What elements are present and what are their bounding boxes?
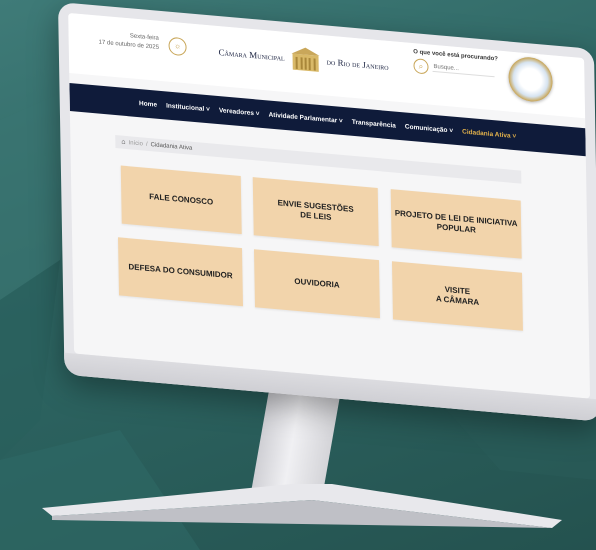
breadcrumb-separator: / [145, 141, 148, 148]
palace-logo-icon [291, 47, 320, 72]
tile-label: DEFESA DO CONSUMIDOR [128, 262, 233, 281]
search-icon[interactable]: ⌕ [413, 58, 429, 75]
logo-text-right: do Rio de Janeiro [326, 56, 389, 72]
award-seal-badge [508, 55, 553, 104]
breadcrumb-current: Cidadania Ativa [150, 141, 193, 152]
search-area: O que você está procurando? ⌕ [413, 49, 498, 80]
nav-item-home[interactable]: Home [139, 100, 157, 109]
tile-defesa-do-consumidor[interactable]: DEFESA DO CONSUMIDOR [118, 237, 243, 307]
tile-ouvidoria[interactable]: OUVIDORIA [253, 249, 380, 319]
nav-item-transparencia[interactable]: Transparência [352, 118, 396, 129]
nav-item-institucional[interactable]: Institucional ˅ [166, 102, 210, 113]
site-logo[interactable]: Câmara Municipal do Rio de Janeiro [218, 34, 389, 85]
nav-item-cidadania-ativa[interactable]: Cidadania Ativa ˅ [462, 128, 516, 140]
tile-label: FALE CONOSCO [149, 192, 214, 207]
browser-screen: Sexta-feira 17 de outubro de 2025 ☼ Câma… [68, 12, 591, 399]
nav-item-vereadores[interactable]: Vereadores ˅ [219, 107, 260, 118]
date-block: Sexta-feira 17 de outubro de 2025 [98, 30, 159, 53]
nav-item-atividade-parlamentar[interactable]: Atividade Parlamentar ˅ [269, 111, 343, 125]
tile-projeto-de-lei[interactable]: PROJETO DE LEI DE INICIATIVA POPULAR [390, 189, 522, 259]
tile-envie-sugestoes[interactable]: ENVIE SUGESTÕES DE LEIS [252, 177, 379, 247]
search-input[interactable] [432, 62, 495, 78]
nav-item-comunicacao[interactable]: Comunicação ˅ [405, 123, 453, 134]
monitor: Sexta-feira 17 de outubro de 2025 ☼ Câma… [58, 2, 596, 422]
logo-text-left: Câmara Municipal [218, 47, 285, 63]
tile-label: OUVIDORIA [294, 276, 340, 290]
tile-fale-conosco[interactable]: FALE CONOSCO [120, 165, 242, 235]
tile-visite-a-camara[interactable]: VISITE A CÂMARA [391, 261, 523, 331]
monitor-stand-base [42, 484, 562, 528]
home-icon[interactable]: ⌂ [121, 139, 125, 146]
breadcrumb-link-inicio[interactable]: Início [129, 140, 143, 147]
weather-icon: ☼ [168, 36, 187, 57]
